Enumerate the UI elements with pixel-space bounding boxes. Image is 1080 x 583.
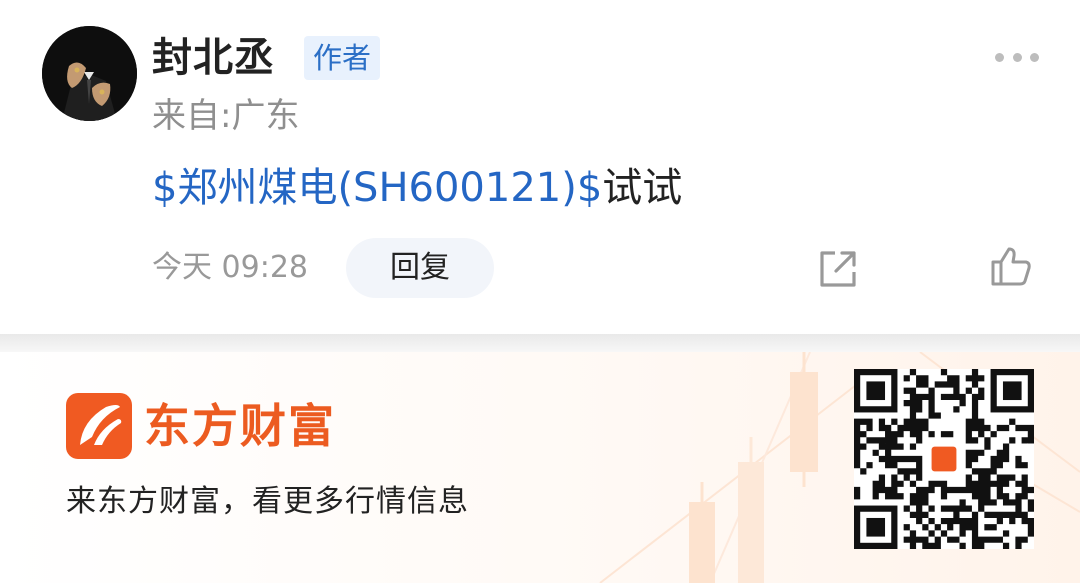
more-dot [1030,52,1039,62]
stock-link[interactable]: $郑州煤电(SH600121)$ [152,165,602,211]
qr-code [854,369,1034,549]
thumbs-up-icon[interactable] [988,244,1034,290]
author-name[interactable]: 封北丞 [152,32,275,84]
section-divider [0,334,1080,352]
promo-slogan: 来东方财富，看更多行情信息 [66,484,469,519]
more-dot [995,52,1004,62]
qr-logo-icon [931,446,957,472]
more-dot [1012,52,1022,62]
share-icon[interactable] [816,247,860,291]
post-time: 今天 09:28 [152,250,308,285]
brand-name: 东方财富 [144,399,336,453]
eastmoney-logo: 东方财富 [66,393,336,459]
logo-icon [66,393,132,459]
more-icon[interactable] [995,51,1039,63]
author-badge: 作者 [304,36,381,80]
location-text: 来自:广东 [152,96,300,136]
comment-card: 封北丞 作者 来自:广东 $郑州煤电(SH600121)$试试 今天 09:28… [0,0,1080,334]
reply-button[interactable]: 回复 [346,238,494,298]
avatar[interactable] [42,26,137,121]
post-content: $郑州煤电(SH600121)$试试 [152,162,682,214]
post-text: 试试 [602,165,683,211]
avatar-image [42,26,137,121]
